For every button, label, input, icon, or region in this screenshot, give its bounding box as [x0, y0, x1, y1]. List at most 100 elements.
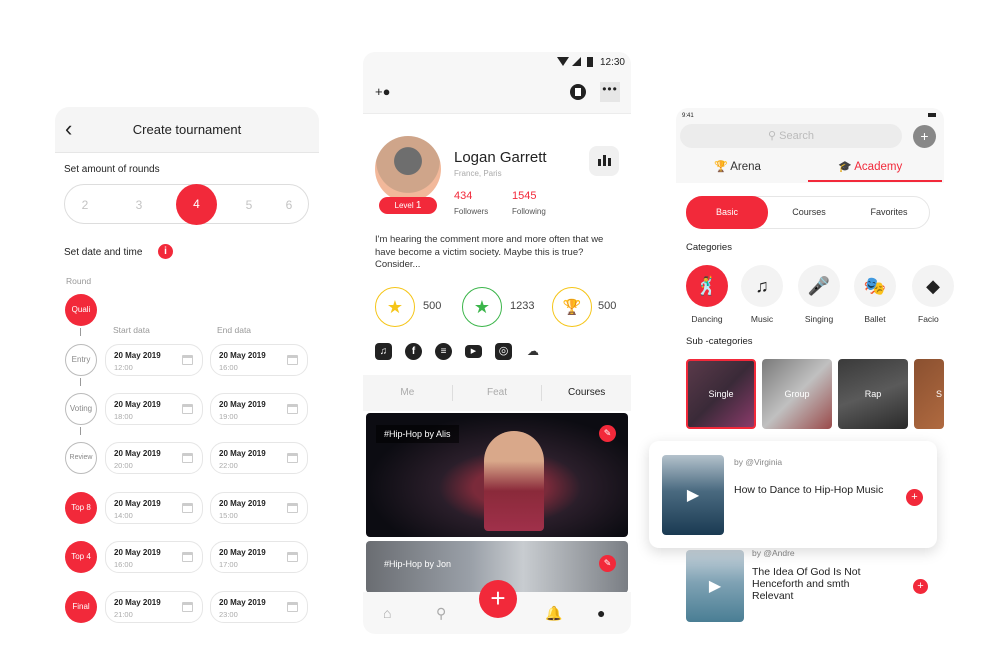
tab-feat[interactable]: Feat: [453, 375, 542, 411]
connector-line: [80, 328, 81, 336]
subcategory-rap[interactable]: Rap: [838, 359, 908, 429]
end-date-field[interactable]: 20 May 2019 22:00: [210, 442, 308, 474]
instagram-icon[interactable]: ◎: [495, 343, 512, 360]
subcategory-item[interactable]: S: [914, 359, 944, 429]
post-card[interactable]: #Hip-Hop by Alis ✎: [366, 413, 628, 537]
calendar-icon[interactable]: [287, 404, 298, 414]
end-date-field[interactable]: 20 May 2019 17:00: [210, 541, 308, 573]
round-option[interactable]: 3: [119, 185, 159, 225]
round-option[interactable]: 2: [65, 185, 105, 225]
date: 20 May 2019: [114, 548, 161, 557]
diamond-icon[interactable]: ◆: [912, 265, 954, 307]
play-icon[interactable]: ▶: [687, 485, 699, 505]
search-input[interactable]: ⚲ Search: [680, 124, 902, 148]
calendar-icon[interactable]: [182, 404, 193, 414]
video-list-item[interactable]: ▶ by @Andre The Idea Of God Is Not Hence…: [686, 544, 941, 634]
dancing-icon[interactable]: 🕺: [686, 265, 728, 307]
round-option-selected[interactable]: 4: [176, 184, 217, 225]
profile-location: France, Paris: [454, 169, 502, 178]
avatar[interactable]: [375, 136, 441, 202]
round-option[interactable]: 5: [229, 185, 269, 225]
calendar-icon[interactable]: [182, 602, 193, 612]
calendar-icon[interactable]: [287, 453, 298, 463]
round-badge-voting[interactable]: Voting: [65, 393, 97, 425]
microphone-icon[interactable]: ✎: [599, 425, 616, 442]
round-badge-quali[interactable]: Quali: [65, 294, 97, 326]
time: 22:00: [219, 461, 238, 470]
notifications-icon[interactable]: 🔔: [545, 605, 562, 622]
search-icon[interactable]: ⚲: [436, 605, 446, 622]
bookmark-icon[interactable]: [570, 84, 586, 100]
microphone-icon[interactable]: ✎: [599, 555, 616, 572]
round-badge-review[interactable]: Review: [65, 442, 97, 474]
calendar-icon[interactable]: [287, 355, 298, 365]
apple-music-icon[interactable]: ♫: [375, 343, 392, 360]
back-arrow-icon[interactable]: ‹: [65, 118, 72, 140]
featured-video-card[interactable]: ▶ by @Virginia How to Dance to Hip-Hop M…: [649, 441, 937, 548]
tab-academy[interactable]: 🎓 Academy: [838, 160, 902, 173]
start-date-field[interactable]: 20 May 2019 20:00: [105, 442, 203, 474]
subcategory-group[interactable]: Group: [762, 359, 832, 429]
subcategory-single[interactable]: Single: [686, 359, 756, 429]
round-badge-final[interactable]: Final: [65, 591, 97, 623]
profile-icon[interactable]: ●: [597, 605, 605, 621]
round-badge-top8[interactable]: Top 8: [65, 492, 97, 524]
stats-button[interactable]: [589, 146, 619, 176]
end-date-field[interactable]: 20 May 2019 15:00: [210, 492, 308, 524]
singing-icon[interactable]: 🎤: [798, 265, 840, 307]
tab-arena[interactable]: 🏆 Arena: [714, 160, 761, 173]
video-thumbnail[interactable]: ▶: [686, 550, 744, 622]
segment-courses[interactable]: Courses: [773, 197, 845, 228]
start-date-field[interactable]: 20 May 2019 12:00: [105, 344, 203, 376]
add-friend-icon[interactable]: +●: [375, 84, 390, 99]
more-options-icon[interactable]: •••: [600, 82, 620, 102]
start-date-field[interactable]: 20 May 2019 18:00: [105, 393, 203, 425]
top-bar: +● •••: [363, 72, 631, 114]
add-to-list-icon[interactable]: +: [906, 489, 923, 506]
date: 20 May 2019: [114, 449, 161, 458]
spotify-icon[interactable]: ≡: [435, 343, 452, 360]
ballet-icon[interactable]: 🎭: [854, 265, 896, 307]
segment-basic[interactable]: Basic: [686, 196, 768, 229]
music-icon[interactable]: ♫: [741, 265, 783, 307]
calendar-icon[interactable]: [182, 355, 193, 365]
tab-me[interactable]: Me: [363, 375, 452, 411]
play-icon[interactable]: ▶: [709, 576, 721, 596]
video-thumbnail[interactable]: ▶: [662, 455, 724, 535]
soundcloud-icon[interactable]: ☁: [523, 343, 543, 360]
calendar-icon[interactable]: [287, 503, 298, 513]
followers-count[interactable]: 434: [454, 190, 472, 202]
calendar-icon[interactable]: [182, 552, 193, 562]
active-tab-indicator: [808, 180, 942, 182]
calendar-icon[interactable]: [182, 503, 193, 513]
tab-courses[interactable]: Courses: [542, 375, 631, 411]
calendar-icon[interactable]: [287, 552, 298, 562]
add-to-list-icon[interactable]: +: [913, 579, 928, 594]
calendar-icon[interactable]: [287, 602, 298, 612]
end-date-field[interactable]: 20 May 2019 23:00: [210, 591, 308, 623]
start-date-field[interactable]: 20 May 2019 14:00: [105, 492, 203, 524]
segment-control: Basic Courses Favorites: [686, 196, 930, 229]
date: 20 May 2019: [114, 598, 161, 607]
following-count[interactable]: 1545: [512, 190, 536, 202]
youtube-icon[interactable]: ▶: [465, 345, 482, 358]
date: 20 May 2019: [219, 548, 266, 557]
info-icon[interactable]: i: [158, 244, 173, 259]
round-badge-top4[interactable]: Top 4: [65, 541, 97, 573]
date: 20 May 2019: [114, 351, 161, 360]
add-button[interactable]: +: [479, 580, 517, 618]
add-button[interactable]: +: [913, 125, 936, 148]
round-option[interactable]: 6: [269, 185, 309, 225]
segment-favorites[interactable]: Favorites: [853, 197, 925, 228]
badge-value: 500: [598, 300, 617, 312]
home-icon[interactable]: ⌂: [383, 605, 391, 621]
rounds-selector[interactable]: 2 3 4 5 6: [64, 184, 309, 225]
facebook-icon[interactable]: f: [405, 343, 422, 360]
start-date-field[interactable]: 20 May 2019 21:00: [105, 591, 203, 623]
start-date-field[interactable]: 20 May 2019 16:00: [105, 541, 203, 573]
calendar-icon[interactable]: [182, 453, 193, 463]
signal-icon: [572, 57, 581, 66]
round-badge-entry[interactable]: Entry: [65, 344, 97, 376]
end-date-field[interactable]: 20 May 2019 19:00: [210, 393, 308, 425]
end-date-field[interactable]: 20 May 2019 16:00: [210, 344, 308, 376]
